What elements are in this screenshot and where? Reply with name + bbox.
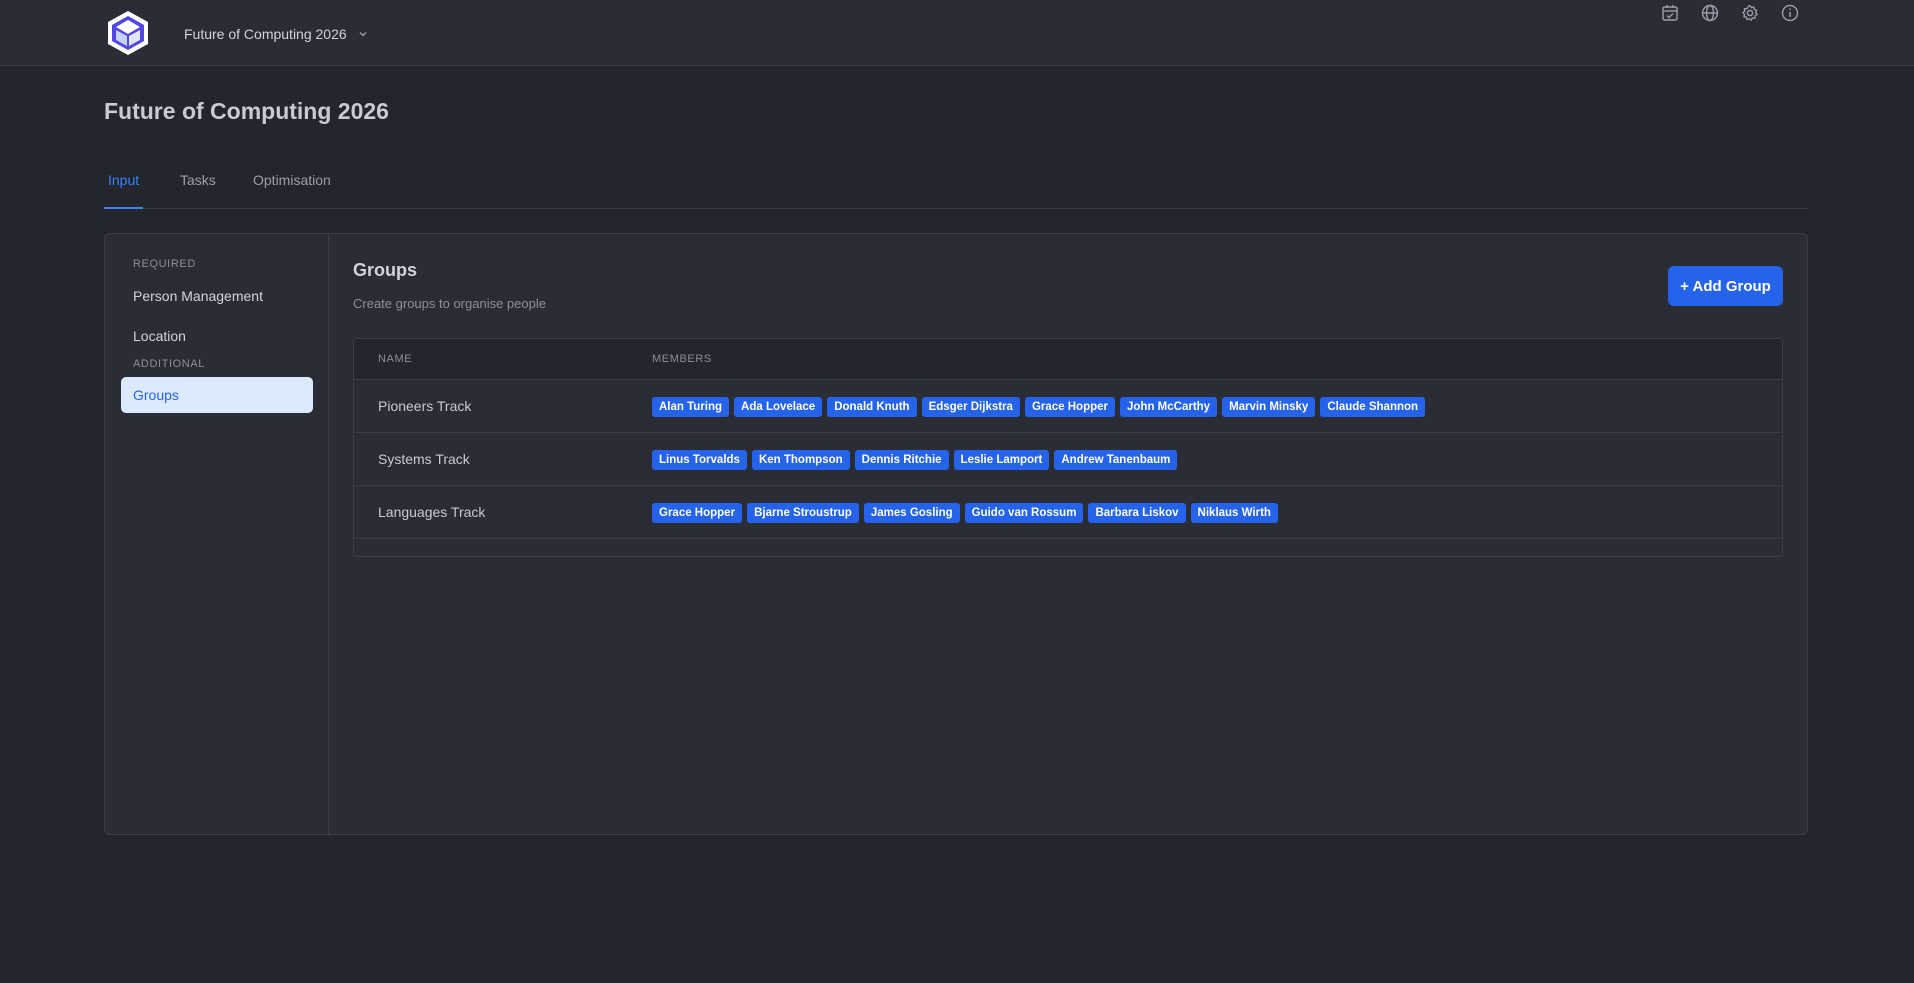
tab-optimisation[interactable]: Optimisation: [249, 166, 335, 209]
member-chip: Grace Hopper: [1024, 397, 1115, 417]
gear-icon[interactable]: [1737, 0, 1763, 26]
member-chip: Alan Turing: [652, 397, 730, 417]
sidebar-item-groups[interactable]: Groups: [121, 377, 313, 413]
member-chip: Dennis Ritchie: [854, 450, 949, 470]
member-chip: Leslie Lamport: [953, 450, 1050, 470]
member-chip: Brian Kernighan: [1032, 556, 1135, 557]
chevron-down-icon: [359, 32, 367, 37]
section-subtitle: Create groups to organise people: [353, 296, 546, 311]
member-chip: Alan Turing: [652, 556, 729, 557]
member-chip: Marvin Minsky: [1222, 397, 1316, 417]
info-icon[interactable]: [1777, 0, 1803, 26]
member-chip: Bjarne Stroustrup: [747, 503, 859, 523]
member-list: Grace Hopper Bjarne Stroustrup James Gosli…: [652, 503, 1278, 523]
member-chip: Tim Berners-Lee: [922, 556, 1027, 557]
member-list: Alan Turing Ada Lovelace Grace Hopper Tim B…: [652, 556, 1135, 557]
sidebar-item-person-management[interactable]: Person Management: [121, 278, 313, 314]
section-label-required: REQUIRED: [133, 258, 196, 270]
app-logo[interactable]: [106, 10, 150, 56]
member-chip: James Gosling: [863, 503, 960, 523]
table-row[interactable]: Pioneers Track Alan Turing Ada Lovelace Don…: [354, 380, 1782, 433]
tab-tasks[interactable]: Tasks: [176, 166, 220, 209]
member-chip: Ada Lovelace: [734, 556, 822, 557]
member-chip: Guido van Rossum: [964, 503, 1084, 523]
member-chip: Niklaus Wirth: [1190, 503, 1278, 523]
globe-icon[interactable]: [1697, 0, 1723, 26]
sidebar: REQUIRED Person Management Location ADDI…: [105, 234, 329, 834]
member-list: Linus Torvalds Ken Thompson Dennis Ritchie…: [652, 450, 1178, 470]
column-header-name: NAME: [378, 353, 413, 365]
tab-bar: Input Tasks Optimisation: [104, 166, 1808, 209]
group-name: Pioneers Track: [378, 398, 472, 414]
table-header: NAME MEMBERS: [354, 339, 1782, 380]
input-panel: REQUIRED Person Management Location ADDI…: [104, 233, 1808, 835]
member-chip: Donald Knuth: [827, 397, 917, 417]
member-chip: Grace Hopper: [652, 503, 743, 523]
groups-content: Groups Create groups to organise people …: [353, 234, 1783, 834]
sidebar-item-location[interactable]: Location: [121, 318, 313, 354]
top-bar: Future of Computing 2026: [0, 0, 1914, 66]
groups-table: NAME MEMBERS Pioneers Track Alan Turing Ad…: [353, 338, 1783, 557]
group-name: Systems Track: [378, 451, 470, 467]
member-chip: Barbara Liskov: [1088, 503, 1186, 523]
page-title: Future of Computing 2026: [104, 98, 389, 124]
member-chip: Claude Shannon: [1320, 397, 1426, 417]
member-chip: Edsger Dijkstra: [921, 397, 1020, 417]
calendar-check-icon[interactable]: [1657, 0, 1683, 26]
table-row[interactable]: Systems Track Linus Torvalds Ken Thompson D…: [354, 433, 1782, 486]
member-list: Alan Turing Ada Lovelace Donald Knuth Edsge…: [652, 397, 1426, 417]
add-group-button[interactable]: + Add Group: [1668, 266, 1783, 306]
table-row[interactable]: Conference CommitteeAlan TuringAda Lovel…: [354, 539, 1782, 557]
group-name: Languages Track: [378, 504, 486, 520]
project-name: Future of Computing 2026: [184, 26, 347, 42]
member-chip: Grace Hopper: [827, 556, 917, 557]
project-selector[interactable]: Future of Computing 2026: [184, 22, 369, 46]
tab-input[interactable]: Input: [104, 166, 144, 209]
member-chip: Ada Lovelace: [734, 397, 823, 417]
section-label-additional: ADDITIONAL: [133, 358, 206, 370]
column-header-members: MEMBERS: [652, 353, 712, 365]
member-chip: Andrew Tanenbaum: [1054, 450, 1178, 470]
member-chip: Ken Thompson: [751, 450, 850, 470]
member-chip: Linus Torvalds: [652, 450, 747, 470]
table-row[interactable]: Languages Track Grace Hopper Bjarne Strous…: [354, 486, 1782, 539]
member-chip: John McCarthy: [1120, 397, 1218, 417]
section-title: Groups: [353, 260, 418, 280]
